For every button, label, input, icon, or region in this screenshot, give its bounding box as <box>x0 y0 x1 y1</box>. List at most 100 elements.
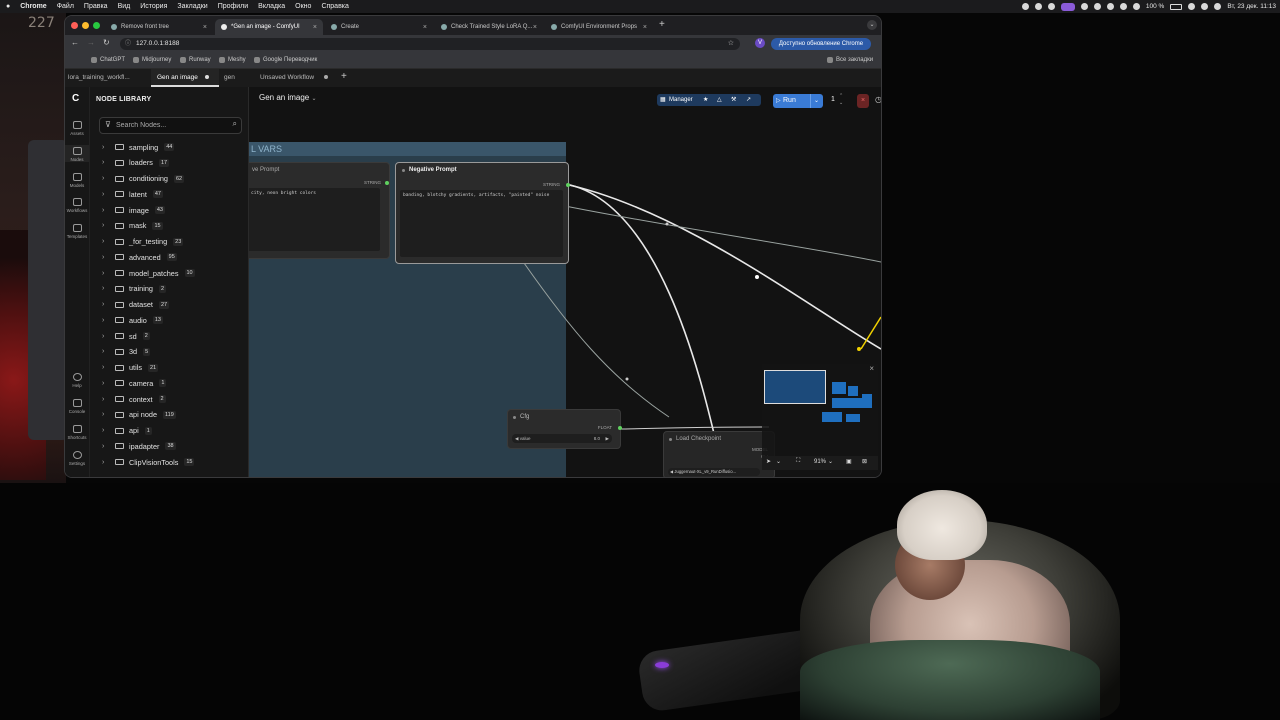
chevron-right-icon[interactable]: › <box>102 348 110 355</box>
decrement-icon[interactable]: ◀ <box>670 469 673 474</box>
library-category[interactable]: › _for_testing 23 <box>102 235 184 249</box>
warning-icon[interactable]: △ <box>717 94 722 106</box>
bookmark-item[interactable]: ChatGPT <box>91 57 125 63</box>
hide-links-icon[interactable]: ⊠ <box>862 458 867 465</box>
chevron-right-icon[interactable]: › <box>102 411 110 418</box>
wire-reroute-dot[interactable] <box>625 377 629 381</box>
all-bookmarks[interactable]: Все закладки <box>827 57 873 63</box>
chevron-right-icon[interactable]: › <box>102 175 110 182</box>
positive-prompt-node[interactable]: ve Prompt STRING city, neon bright color… <box>249 162 390 259</box>
run-button[interactable]: ▷ Run ⌄ <box>773 94 823 108</box>
close-tab-icon[interactable]: × <box>423 24 427 31</box>
chevron-right-icon[interactable]: › <box>102 443 110 450</box>
library-category[interactable]: › ClipVisionTools 15 <box>102 455 195 469</box>
chevron-right-icon[interactable]: › <box>102 222 110 229</box>
menu-history[interactable]: История <box>140 3 167 10</box>
chevron-right-icon[interactable]: › <box>102 191 110 198</box>
browser-tab-active[interactable]: *Gen an image - ComfyUI × <box>215 19 323 35</box>
library-category[interactable]: › dataset 27 <box>102 298 170 312</box>
menu-profiles[interactable]: Профили <box>218 3 248 10</box>
prompt-textarea[interactable]: city, neon bright colors <box>249 188 380 251</box>
manager-button[interactable]: ▦ Manager ★ △ ⚒ ↗ <box>657 94 761 106</box>
prompt-textarea[interactable]: banding, blotchy gradients, artifacts, "… <box>400 190 563 257</box>
zoom-level[interactable]: 91% <box>814 459 826 465</box>
output-port[interactable] <box>566 183 570 187</box>
browser-tab[interactable]: Create × <box>325 19 433 35</box>
browser-tab[interactable]: Check Trained Style LoRA Q... × <box>435 19 543 35</box>
wrench-icon[interactable]: ⚒ <box>731 94 736 106</box>
library-category[interactable]: › advanced 95 <box>102 250 177 264</box>
tab-search-icon[interactable]: ⌄ <box>867 20 877 30</box>
headphones-icon[interactable] <box>1119 3 1127 10</box>
rail-settings[interactable]: Settings <box>65 451 89 466</box>
rail-shortcuts[interactable]: Shortcuts <box>65 425 89 440</box>
chevron-right-icon[interactable]: › <box>102 285 110 292</box>
control-center-icon[interactable] <box>1214 3 1222 10</box>
rail-help[interactable]: Help <box>65 373 89 388</box>
chevron-right-icon[interactable]: › <box>102 380 110 387</box>
library-category[interactable]: › api 1 <box>102 424 152 438</box>
cfg-node[interactable]: Cfg FLOAT ◀ value 8.0 ▶ <box>507 409 622 449</box>
batch-count[interactable]: 1 <box>831 96 835 103</box>
wire-reroute-dot[interactable] <box>857 347 861 351</box>
close-minimap-icon[interactable]: × <box>869 364 874 373</box>
rail-nodes[interactable]: Nodes <box>65 145 89 162</box>
chevron-right-icon[interactable]: › <box>102 427 110 434</box>
search-icon[interactable] <box>1201 3 1209 10</box>
library-category[interactable]: › context 2 <box>102 392 166 406</box>
increment-icon[interactable]: ▶ <box>606 434 609 443</box>
count-stepper-icon[interactable]: ⌃ ⌄ <box>839 93 843 107</box>
forward-icon[interactable]: → <box>87 38 95 47</box>
tray-icon[interactable] <box>1047 3 1055 10</box>
menu-file[interactable]: Файл <box>57 3 74 10</box>
rail-assets[interactable]: Assets <box>65 121 89 136</box>
negative-prompt-node[interactable]: Negative Prompt STRING banding, blotchy … <box>395 162 570 264</box>
fit-view-icon[interactable]: ⛶ <box>796 458 800 465</box>
value-stepper[interactable]: ◀ value 8.0 ▶ <box>512 434 612 443</box>
checkpoint-selector[interactable]: ◀ Juggernaut-XL_v9_RunDiffusio... <box>668 468 760 476</box>
library-category[interactable]: › sampling 44 <box>102 140 175 154</box>
menu-window[interactable]: Окно <box>295 3 311 10</box>
search-box[interactable]: ⊽ ⌕ <box>99 117 242 134</box>
search-input[interactable] <box>116 120 226 130</box>
chevron-right-icon[interactable]: › <box>102 144 110 151</box>
chevron-right-icon[interactable]: › <box>102 459 110 466</box>
minimize-window-icon[interactable] <box>82 22 89 29</box>
volume-icon[interactable] <box>1132 3 1140 10</box>
reload-icon[interactable]: ↻ <box>103 38 110 47</box>
library-category[interactable]: › ipadapter 38 <box>102 439 176 453</box>
menu-edit[interactable]: Правка <box>84 3 108 10</box>
screen-record-icon[interactable] <box>1060 2 1075 11</box>
collapse-dot-icon[interactable] <box>513 416 516 419</box>
rail-workflows[interactable]: Workflows <box>65 198 89 213</box>
library-category[interactable]: › mask 15 <box>102 219 163 233</box>
library-category[interactable]: › 3d 5 <box>102 345 151 359</box>
pointer-icon[interactable]: ➤ <box>766 458 771 465</box>
library-category[interactable]: › conditioning 62 <box>102 172 185 186</box>
collapse-dot-icon[interactable] <box>402 169 405 172</box>
minimap-toggle-icon[interactable]: ▣ <box>846 458 852 465</box>
minimap-viewport[interactable] <box>764 370 826 404</box>
wifi-icon[interactable] <box>1188 3 1196 10</box>
library-category[interactable]: › api node 119 <box>102 408 176 422</box>
chevron-right-icon[interactable]: › <box>102 238 110 245</box>
chevron-right-icon[interactable]: › <box>102 301 110 308</box>
library-category[interactable]: › training 2 <box>102 282 166 296</box>
clock[interactable]: Вт, 23 дек. 11:13 <box>1227 3 1276 10</box>
chevron-right-icon[interactable]: › <box>102 396 110 403</box>
chevron-right-icon[interactable]: › <box>102 333 110 340</box>
tray-icon[interactable] <box>1080 3 1088 10</box>
library-category[interactable]: › camera 1 <box>102 376 167 390</box>
decrement-icon[interactable]: ◀ <box>515 436 518 441</box>
chevron-down-icon[interactable]: ⌄ <box>809 94 819 108</box>
workflow-tab[interactable]: lora_training_workfl... <box>68 74 130 81</box>
chrome-update-button[interactable]: Доступно обновление Chrome <box>771 38 871 50</box>
menu-bookmarks[interactable]: Закладки <box>177 3 207 10</box>
stop-button[interactable]: × <box>857 94 869 108</box>
chevron-right-icon[interactable]: › <box>102 270 110 277</box>
battery-icon[interactable] <box>1170 3 1183 10</box>
history-icon[interactable]: ◷ <box>875 95 881 104</box>
url-field[interactable]: ⓘ 127.0.0.1:8188 ☆ <box>120 38 740 50</box>
library-category[interactable]: › sd 2 <box>102 329 150 343</box>
workflow-tab-active[interactable]: Gen an image <box>157 74 198 81</box>
